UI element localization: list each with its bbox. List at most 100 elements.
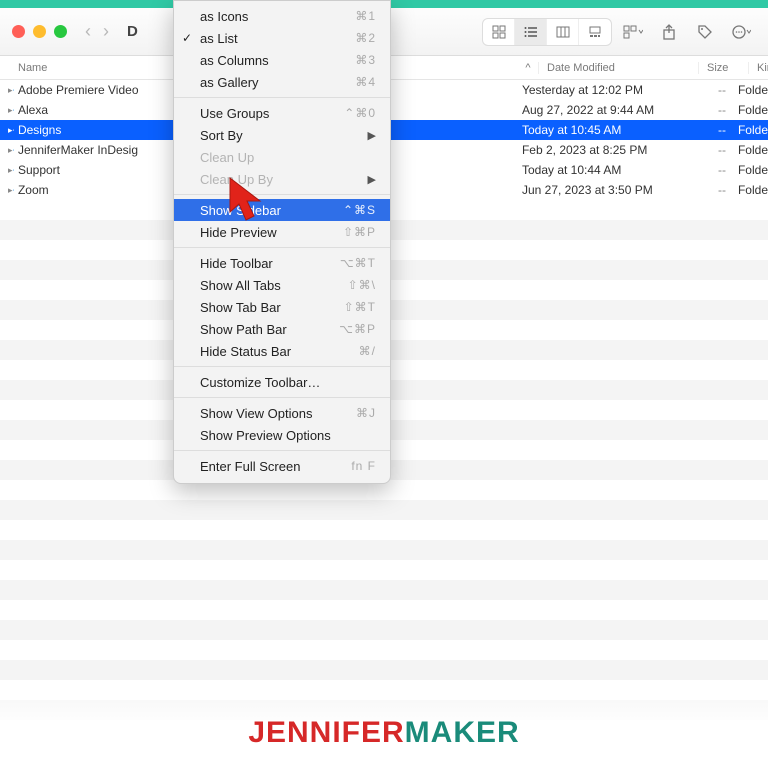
menu-item[interactable]: Hide Preview ⇧⌘P [174,221,390,243]
watermark-brand: JENNIFERMAKER [0,716,768,750]
submenu-arrow-icon: ▶ [368,173,376,186]
menu-item-label: Customize Toolbar… [200,375,320,390]
menu-shortcut: ⌘/ [359,344,376,358]
menu-item[interactable]: as Columns ⌘3 [174,49,390,71]
view-columns-button[interactable] [547,19,579,45]
menu-shortcut: ⌥⌘T [340,256,376,270]
menu-item-label: Enter Full Screen [200,459,300,474]
menu-item-label: Show Path Bar [200,322,287,337]
menu-separator [174,194,390,195]
file-size: -- [676,163,726,177]
file-size: -- [676,143,726,157]
column-header-date[interactable]: Date Modified [538,62,698,74]
file-date: Today at 10:45 AM [506,123,676,137]
menu-item-label: Show Sidebar [200,203,281,218]
window-controls [12,25,67,38]
menu-item-label: Hide Toolbar [200,256,273,271]
menu-shortcut: ⇧⌘\ [348,278,376,292]
fullscreen-window-button[interactable] [54,25,67,38]
menu-item: Clean Up [174,146,390,168]
column-header-size[interactable]: Size [698,62,748,74]
file-kind: Folde [726,83,768,97]
file-kind: Folde [726,163,768,177]
file-date: Yesterday at 12:02 PM [506,83,676,97]
file-kind: Folde [726,103,768,117]
menu-separator [174,366,390,367]
sort-indicator[interactable]: ^ [518,62,538,74]
menu-item-label: Show View Options [200,406,313,421]
file-kind: Folde [726,183,768,197]
submenu-arrow-icon: ▶ [368,129,376,142]
menu-item[interactable]: Sort By ▶ [174,124,390,146]
file-date: Aug 27, 2022 at 9:44 AM [506,103,676,117]
share-button[interactable] [654,19,684,45]
menu-separator [174,450,390,451]
view-mode-group [482,18,612,46]
menu-item[interactable]: Show Tab Bar ⇧⌘T [174,296,390,318]
view-list-button[interactable] [515,19,547,45]
menu-item-label: Show All Tabs [200,278,281,293]
group-by-button[interactable] [618,19,648,45]
menu-shortcut: ⇧⌘T [344,300,376,314]
view-icons-button[interactable] [483,19,515,45]
menu-shortcut: ⌥⌘P [339,322,376,336]
menu-item[interactable]: Show All Tabs ⇧⌘\ [174,274,390,296]
window-title: D [127,23,138,40]
menu-shortcut: ⇧⌘P [343,225,376,239]
more-actions-button[interactable] [726,19,756,45]
menu-item[interactable]: Use Groups ⌃⌘0 [174,102,390,124]
menu-item[interactable]: Hide Status Bar ⌘/ [174,340,390,362]
file-date: Feb 2, 2023 at 8:25 PM [506,143,676,157]
menu-item[interactable]: Customize Toolbar… [174,371,390,393]
menu-item[interactable]: ✓ as List ⌘2 [174,27,390,49]
menu-item-label: as Icons [200,9,248,24]
menu-item-label: as List [200,31,238,46]
menu-item-label: Clean Up [200,150,254,165]
file-size: -- [676,183,726,197]
back-button[interactable]: ‹ [83,21,93,42]
menu-shortcut: ⌃⌘S [343,203,376,217]
menu-shortcut: ⌘J [356,406,376,420]
file-size: -- [676,123,726,137]
file-date: Jun 27, 2023 at 3:50 PM [506,183,676,197]
menu-separator [174,397,390,398]
menu-shortcut: ⌘4 [355,75,376,89]
menu-item-label: as Columns [200,53,269,68]
menu-item[interactable]: Show Path Bar ⌥⌘P [174,318,390,340]
menu-item-label: Clean Up By [200,172,273,187]
menu-shortcut: ⌃⌘0 [344,106,376,120]
view-menu: as Icons ⌘1 ✓ as List ⌘2 as Columns ⌘3 as Galle… [173,0,391,484]
menu-item-label: Sort By [200,128,243,143]
file-kind: Folde [726,123,768,137]
menu-item[interactable]: as Icons ⌘1 [174,5,390,27]
column-header-kind[interactable]: Kind [748,62,768,74]
checkmark-icon: ✓ [182,31,192,45]
menu-item: Clean Up By ▶ [174,168,390,190]
menu-item[interactable]: Show Sidebar ⌃⌘S [174,199,390,221]
menu-separator [174,97,390,98]
menu-item-label: Use Groups [200,106,269,121]
menu-item[interactable]: as Gallery ⌘4 [174,71,390,93]
menu-item-label: Hide Status Bar [200,344,291,359]
menu-item-label: Hide Preview [200,225,277,240]
menu-shortcut: ⌘2 [355,31,376,45]
menu-item[interactable]: Show Preview Options [174,424,390,446]
minimize-window-button[interactable] [33,25,46,38]
forward-button[interactable]: › [101,21,111,42]
menu-item-label: as Gallery [200,75,259,90]
menu-item[interactable]: Hide Toolbar ⌥⌘T [174,252,390,274]
file-size: -- [676,103,726,117]
menu-item[interactable]: Show View Options ⌘J [174,402,390,424]
menu-item-label: Show Preview Options [200,428,331,443]
menu-separator [174,247,390,248]
file-kind: Folde [726,143,768,157]
menu-shortcut: fn F [351,459,376,473]
file-size: -- [676,83,726,97]
menu-shortcut: ⌘3 [355,53,376,67]
close-window-button[interactable] [12,25,25,38]
menu-shortcut: ⌘1 [355,9,376,23]
tags-button[interactable] [690,19,720,45]
view-gallery-button[interactable] [579,19,611,45]
menu-item-label: Show Tab Bar [200,300,281,315]
menu-item[interactable]: Enter Full Screen fn F [174,455,390,477]
